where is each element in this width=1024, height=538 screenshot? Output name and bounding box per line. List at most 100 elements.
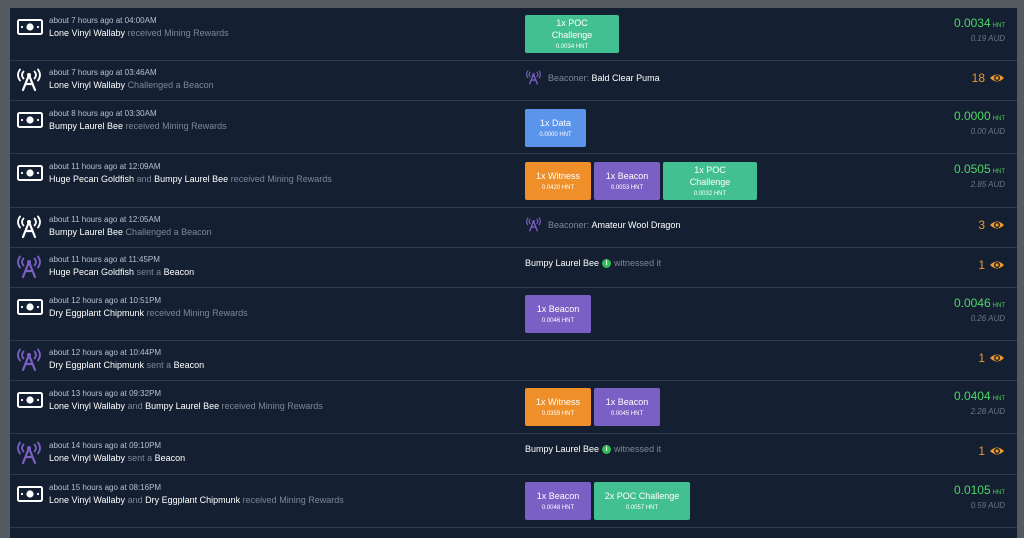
beaconer-label: Beaconer: <box>548 72 590 83</box>
hotspot-link[interactable]: Lone Vinyl Wallaby <box>49 401 125 411</box>
activity-row[interactable]: about 14 hours ago at 09:10PM Lone Vinyl… <box>10 434 1017 475</box>
hotspot-link[interactable]: Bumpy Laurel Bee <box>154 174 228 184</box>
witness-count[interactable]: 18 <box>972 71 1005 85</box>
activity-row[interactable]: about 13 hours ago at 09:32PM Lone Vinyl… <box>10 381 1017 434</box>
reward-total: 0.0105 HNT 0.59 AUD <box>954 483 1005 510</box>
activity-row[interactable]: about 12 hours ago at 10:51PM Dry Eggpla… <box>10 288 1017 341</box>
witness-info: Bumpy Laurel Bee i witnessed it <box>525 444 661 454</box>
hnt-amount: 0.0000 <box>953 109 991 123</box>
timestamp: about 11 hours ago at 12:05AM <box>49 215 161 224</box>
hnt-unit: HNT <box>992 169 1005 175</box>
chip-title: 1x Beacon <box>536 490 580 501</box>
activity-row[interactable]: about 8 hours ago at 03:30AM Bumpy Laure… <box>10 101 1017 154</box>
hotspot-link[interactable]: Lone Vinyl Wallaby <box>49 453 125 463</box>
timestamp: about 15 hours ago at 08:16PM <box>49 483 162 492</box>
chip-amount: 0.0053 HNT <box>610 184 644 191</box>
witness-label: witnessed it <box>614 258 662 268</box>
activity-row[interactable]: about 15 hours ago at 08:16PM Lone Vinyl… <box>10 475 1017 528</box>
count-value: 18 <box>971 71 985 85</box>
eye-icon <box>990 354 1004 362</box>
witness-count[interactable]: 1 <box>978 444 1005 458</box>
chip-amount: 0.0057 HNT <box>625 504 659 511</box>
info-icon[interactable]: i <box>602 258 612 268</box>
reward-total: 0.0404 HNT 2.28 AUD <box>954 389 1005 416</box>
reward-chip: 1x Witness 0.0359 HNT <box>525 388 591 426</box>
hotspot-link[interactable]: Bumpy Laurel Bee <box>49 121 123 131</box>
hotspot-link[interactable]: Lone Vinyl Wallaby <box>49 80 125 90</box>
hnt-amount: 0.0046 <box>953 296 991 310</box>
hotspot-link[interactable]: Lone Vinyl Wallaby <box>49 495 125 505</box>
chip-amount: 0.0000 HNT <box>539 131 572 138</box>
hnt-amount: 0.0404 <box>953 389 991 403</box>
activity-row[interactable]: about 7 hours ago at 04:00AM Lone Vinyl … <box>10 8 1017 61</box>
witness-name[interactable]: Bumpy Laurel Bee <box>525 444 599 454</box>
activity-description: Huge Pecan Goldfish and Bumpy Laurel Bee… <box>49 173 332 185</box>
chip-title: 1x Witness <box>535 396 580 407</box>
chip-amount: 0.0032 HNT <box>693 190 727 197</box>
activity-action: sent a <box>146 360 172 370</box>
beacon-icon <box>17 441 41 465</box>
activity-action: received Mining Rewards <box>146 308 248 318</box>
witness-count[interactable]: 1 <box>978 351 1005 365</box>
reward-chip: 1x Beacon 0.0053 HNT <box>594 162 660 200</box>
activity-description: Lone Vinyl Wallaby and Bumpy Laurel Bee … <box>49 400 323 412</box>
beacon-link[interactable]: Beacon <box>174 360 205 370</box>
hotspot-link[interactable]: Dry Eggplant Chipmunk <box>49 308 144 318</box>
witness-count[interactable]: 1 <box>978 258 1005 272</box>
beacon-icon <box>525 217 542 232</box>
hnt-unit: HNT <box>992 23 1005 29</box>
aud-amount: 0.19 AUD <box>970 34 1005 43</box>
reward-chip: 1x Beacon 0.0045 HNT <box>594 388 660 426</box>
witness-name[interactable]: Bumpy Laurel Bee <box>525 258 599 268</box>
beacon-link[interactable]: Beacon <box>155 453 186 463</box>
beacon-link[interactable]: Beacon <box>164 267 195 277</box>
eye-icon <box>990 261 1004 269</box>
activity-meta: about 11 hours ago at 12:05AM Bumpy Laur… <box>49 215 212 238</box>
aud-amount: 0.00 AUD <box>970 127 1005 136</box>
beaconer-name[interactable]: Amateur Wool Dragon <box>592 220 681 230</box>
hotspot-link[interactable]: Huge Pecan Goldfish <box>49 174 134 184</box>
reward-total: 0.0046 HNT 0.26 AUD <box>954 296 1005 323</box>
activity-description: Bumpy Laurel Bee received Mining Rewards <box>49 120 227 132</box>
beacon-icon <box>525 70 542 85</box>
chip-amount: 0.0045 HNT <box>610 410 644 417</box>
reward-chip: 1x POC Challenge 0.0034 HNT <box>525 15 619 53</box>
count-value: 1 <box>978 444 985 458</box>
activity-row[interactable]: about 11 hours ago at 11:45PM Huge Pecan… <box>10 248 1017 288</box>
timestamp: about 14 hours ago at 09:10PM <box>49 441 162 450</box>
hotspot-link[interactable]: Dry Eggplant Chipmunk <box>49 360 144 370</box>
chip-title: 2x POC Challenge <box>604 490 680 501</box>
hnt-unit: HNT <box>992 303 1005 309</box>
beaconer-label: Beaconer: <box>548 219 590 230</box>
chip-title: 1x POC Challenge <box>689 164 731 187</box>
count-value: 1 <box>978 351 985 365</box>
activity-meta: about 7 hours ago at 04:00AM Lone Vinyl … <box>49 16 229 39</box>
chip-amount: 0.0420 HNT <box>541 184 575 191</box>
hotspot-link[interactable]: Huge Pecan Goldfish <box>49 267 134 277</box>
activity-description: Lone Vinyl Wallaby received Mining Rewar… <box>49 27 229 39</box>
money-icon <box>17 392 43 408</box>
activity-action: received Mining Rewards <box>221 401 323 411</box>
activity-row[interactable]: about 12 hours ago at 10:44PM Dry Eggpla… <box>10 341 1017 381</box>
reward-total: 0.0034 HNT 0.19 AUD <box>954 16 1005 43</box>
hotspot-link[interactable]: Bumpy Laurel Bee <box>145 401 219 411</box>
witness-info: Bumpy Laurel Bee i witnessed it <box>525 258 661 268</box>
witness-count[interactable]: 3 <box>978 218 1005 232</box>
activity-row[interactable]: about 11 hours ago at 12:05AM Bumpy Laur… <box>10 208 1017 248</box>
reward-chips: 1x Data 0.0000 HNT <box>525 109 586 147</box>
activity-action: received Mining Rewards <box>125 121 227 131</box>
hotspot-link[interactable]: Dry Eggplant Chipmunk <box>145 495 240 505</box>
money-icon <box>17 19 43 35</box>
hotspot-link[interactable]: Bumpy Laurel Bee <box>49 227 123 237</box>
activity-meta: about 11 hours ago at 12:09AM Huge Pecan… <box>49 162 332 185</box>
eye-icon <box>990 74 1004 82</box>
activity-description: Huge Pecan Goldfish sent a Beacon <box>49 266 194 278</box>
activity-row[interactable]: about 7 hours ago at 03:46AM Lone Vinyl … <box>10 61 1017 101</box>
info-icon[interactable]: i <box>602 444 612 454</box>
chip-title: 1x POC Challenge <box>551 17 593 40</box>
timestamp: about 7 hours ago at 04:00AM <box>49 16 157 25</box>
hotspot-link[interactable]: Lone Vinyl Wallaby <box>49 28 125 38</box>
activity-row[interactable]: about 11 hours ago at 12:09AM Huge Pecan… <box>10 154 1017 208</box>
activity-meta: about 12 hours ago at 10:51PM Dry Eggpla… <box>49 296 248 319</box>
beaconer-name[interactable]: Bald Clear Puma <box>592 73 660 83</box>
